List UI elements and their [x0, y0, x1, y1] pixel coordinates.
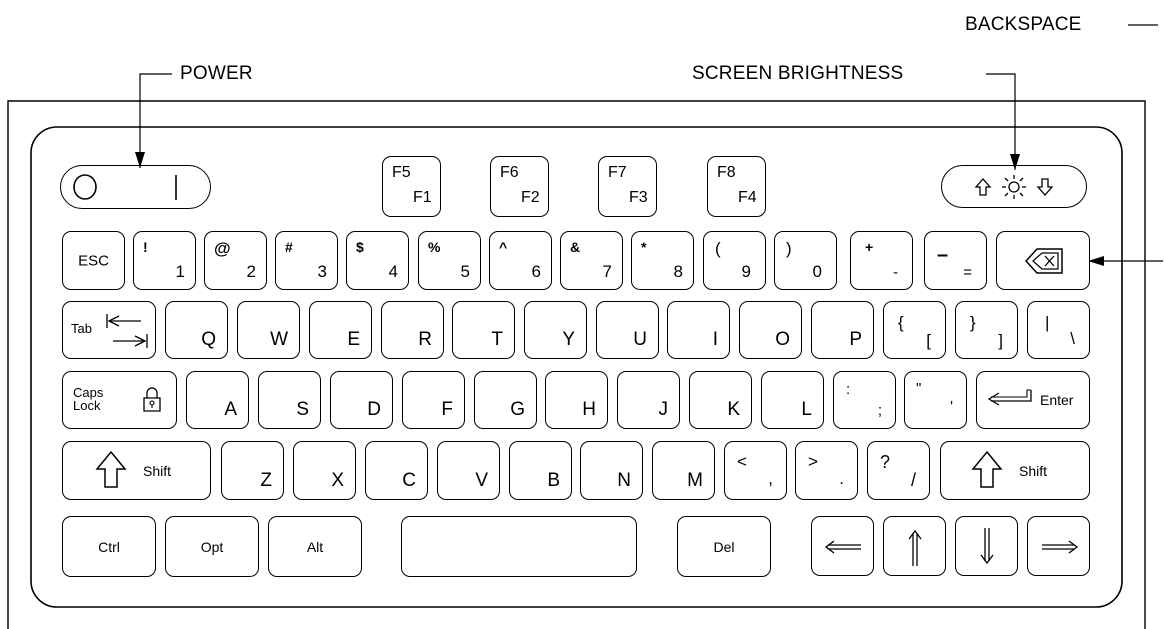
alt-label: Alt: [306, 538, 324, 555]
key-y[interactable]: Y: [524, 301, 587, 359]
lock-label: Lock: [73, 398, 101, 413]
key-4[interactable]: $ 4: [346, 231, 409, 290]
key-l[interactable]: L: [761, 371, 824, 429]
left-shift-key[interactable]: Shift: [62, 441, 211, 500]
opt-key[interactable]: Opt: [165, 516, 259, 577]
enter-label: Enter: [1040, 392, 1074, 408]
key-f[interactable]: F: [402, 371, 465, 429]
f8-f4-key[interactable]: F8 F4: [707, 156, 766, 217]
arrow-right-icon: [1039, 539, 1079, 555]
key-o[interactable]: O: [739, 301, 802, 359]
enter-key[interactable]: Enter: [976, 371, 1090, 429]
key-8[interactable]: * 8: [631, 231, 694, 290]
arrow-up-key[interactable]: [883, 516, 946, 576]
key-q[interactable]: Q: [165, 301, 228, 359]
spacebar[interactable]: [401, 516, 637, 577]
tab-key[interactable]: Tab: [62, 301, 156, 359]
key-quote[interactable]: " ': [904, 371, 967, 429]
tab-arrows-icon: [105, 312, 151, 352]
arrow-left-icon: [824, 539, 864, 555]
f7-f3-key[interactable]: F7 F3: [598, 156, 657, 217]
arrow-down-key[interactable]: [955, 516, 1018, 576]
key-0[interactable]: ) 0: [774, 231, 837, 290]
key-i[interactable]: I: [667, 301, 730, 359]
key-backslash[interactable]: | \: [1027, 301, 1090, 359]
key-left-bracket[interactable]: { [: [883, 301, 946, 359]
del-label: Del: [713, 538, 735, 555]
f7-label: F7: [608, 164, 627, 181]
key-period[interactable]: > .: [795, 441, 858, 500]
f8-label: F8: [717, 164, 736, 181]
key-5[interactable]: % 5: [418, 231, 481, 290]
key-p[interactable]: P: [811, 301, 874, 359]
key-n[interactable]: N: [580, 441, 643, 500]
key-k[interactable]: K: [689, 371, 752, 429]
key-semicolon[interactable]: : ;: [833, 371, 896, 429]
key-minus[interactable]: + -: [850, 231, 913, 290]
right-shift-key[interactable]: Shift: [940, 441, 1090, 500]
key-x[interactable]: X: [293, 441, 356, 500]
arrow-right-key[interactable]: [1027, 516, 1090, 576]
f5-f1-key[interactable]: F5 F1: [382, 156, 441, 217]
tab-label: Tab: [71, 321, 92, 336]
backspace-key[interactable]: [996, 231, 1090, 290]
key-r[interactable]: R: [381, 301, 444, 359]
padlock-icon: [141, 386, 163, 414]
f5-label: F5: [392, 164, 411, 181]
arrow-up-icon: [907, 529, 923, 569]
key-z[interactable]: Z: [221, 441, 284, 500]
shift-label: Shift: [143, 463, 172, 479]
arrow-left-key[interactable]: [811, 516, 874, 576]
caps-lock-key[interactable]: Caps Lock: [62, 371, 177, 429]
shift-arrow-icon: [971, 450, 1003, 490]
esc-key[interactable]: ESC: [62, 231, 125, 290]
shift-label: Shift: [1019, 463, 1048, 479]
key-g[interactable]: G: [474, 371, 537, 429]
key-a[interactable]: A: [186, 371, 249, 429]
key-6[interactable]: ^ 6: [489, 231, 552, 290]
shift-arrow-icon: [95, 450, 127, 490]
key-h[interactable]: H: [545, 371, 608, 429]
arrow-down-icon: [979, 525, 995, 565]
ctrl-key[interactable]: Ctrl: [62, 516, 156, 577]
backspace-icon: [1025, 246, 1065, 276]
enter-arrow-icon: [987, 388, 1035, 410]
key-7[interactable]: & 7: [560, 231, 623, 290]
key-u[interactable]: U: [596, 301, 659, 359]
key-d[interactable]: D: [330, 371, 393, 429]
f6-label: F6: [500, 164, 519, 181]
key-3[interactable]: # 3: [275, 231, 338, 290]
ctrl-label: Ctrl: [98, 538, 120, 555]
f1-label: F1: [413, 189, 432, 206]
key-slash[interactable]: ? /: [867, 441, 930, 500]
key-2[interactable]: @ 2: [204, 231, 267, 290]
key-j[interactable]: J: [617, 371, 680, 429]
opt-label: Opt: [200, 538, 224, 555]
f3-label: F3: [629, 189, 648, 206]
key-9[interactable]: ( 9: [703, 231, 766, 290]
f2-label: F2: [521, 189, 540, 206]
key-e[interactable]: E: [309, 301, 372, 359]
key-comma[interactable]: < ,: [724, 441, 787, 500]
del-key[interactable]: Del: [677, 516, 771, 577]
key-c[interactable]: C: [365, 441, 428, 500]
key-right-bracket[interactable]: } ]: [955, 301, 1018, 359]
key-v[interactable]: V: [437, 441, 500, 500]
key-s[interactable]: S: [258, 371, 321, 429]
key-equals[interactable]: – =: [924, 231, 987, 290]
key-m[interactable]: M: [652, 441, 715, 500]
key-t[interactable]: T: [452, 301, 515, 359]
key-b[interactable]: B: [509, 441, 572, 500]
f4-label: F4: [738, 189, 757, 206]
key-w[interactable]: W: [237, 301, 300, 359]
key-1[interactable]: ! 1: [133, 231, 196, 290]
f6-f2-key[interactable]: F6 F2: [490, 156, 549, 217]
alt-key[interactable]: Alt: [268, 516, 362, 577]
esc-label: ESC: [78, 252, 109, 269]
